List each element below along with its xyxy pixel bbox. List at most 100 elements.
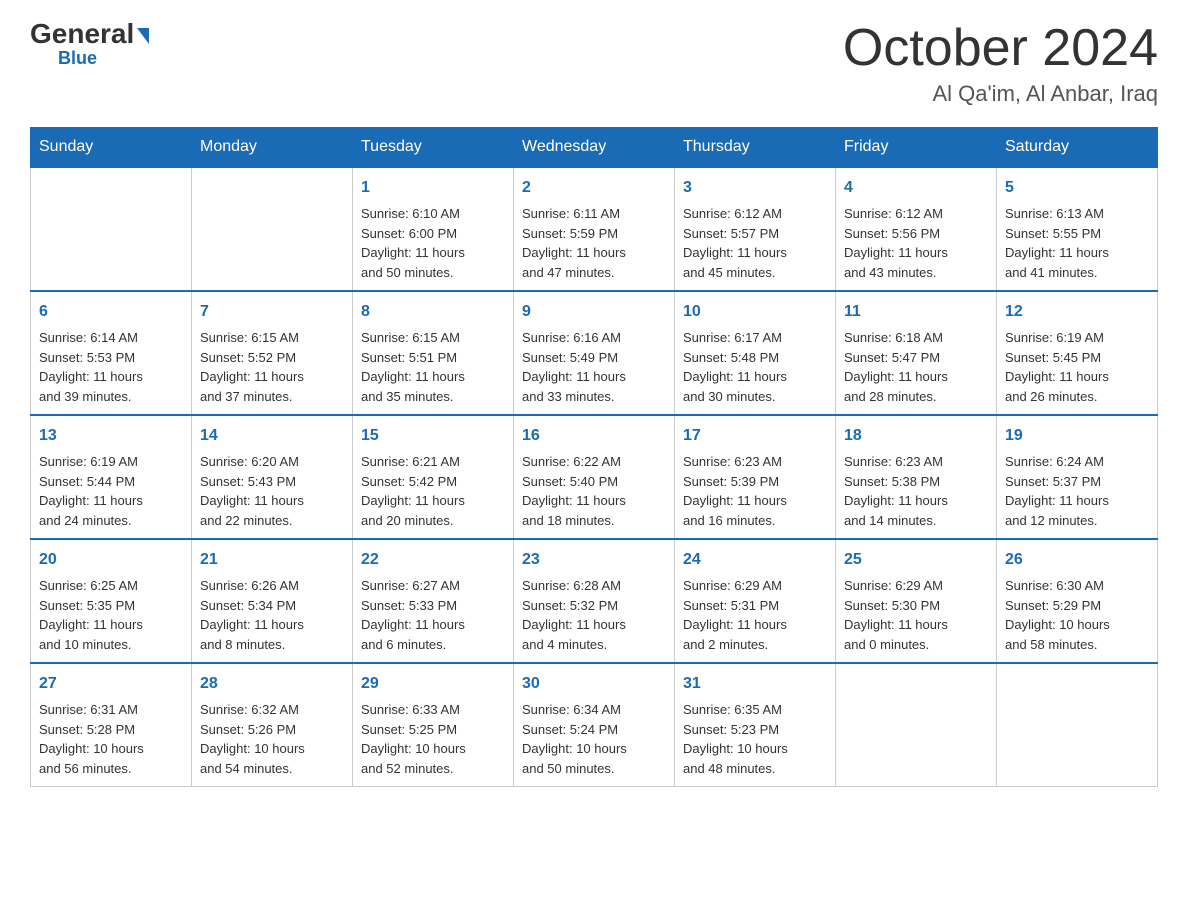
day-info: Sunrise: 6:28 AM Sunset: 5:32 PM Dayligh…	[522, 576, 666, 654]
day-info: Sunrise: 6:33 AM Sunset: 5:25 PM Dayligh…	[361, 700, 505, 778]
calendar-cell: 8 Sunrise: 6:15 AM Sunset: 5:51 PM Daylig…	[353, 291, 514, 415]
calendar-cell: 10Sunrise: 6:17 AM Sunset: 5:48 PM Dayli…	[675, 291, 836, 415]
calendar-body: 1 Sunrise: 6:10 AM Sunset: 6:00 PM Daylig…	[31, 167, 1158, 787]
day-info: Sunrise: 6:34 AM Sunset: 5:24 PM Dayligh…	[522, 700, 666, 778]
day-of-week-tuesday: Tuesday	[353, 128, 514, 168]
calendar-cell: 18 Sunrise: 6:23 AM Sunset: 5:38 PM Dayli…	[836, 415, 997, 539]
day-of-week-thursday: Thursday	[675, 128, 836, 168]
day-info: Sunrise: 6:29 AM Sunset: 5:31 PM Dayligh…	[683, 576, 827, 654]
day-number: 8	[361, 300, 505, 324]
day-info: Sunrise: 6:30 AM Sunset: 5:29 PM Dayligh…	[1005, 576, 1149, 654]
logo-general-text: General	[30, 20, 134, 48]
calendar-cell: 9 Sunrise: 6:16 AM Sunset: 5:49 PM Daylig…	[514, 291, 675, 415]
calendar-cell: 25Sunrise: 6:29 AM Sunset: 5:30 PM Dayli…	[836, 539, 997, 663]
day-number: 27	[39, 672, 183, 696]
day-number: 3	[683, 176, 827, 200]
day-info: Sunrise: 6:31 AM Sunset: 5:28 PM Dayligh…	[39, 700, 183, 778]
calendar-cell: 20 Sunrise: 6:25 AM Sunset: 5:35 PM Dayli…	[31, 539, 192, 663]
logo-triangle-icon	[137, 28, 149, 44]
calendar-cell: 15 Sunrise: 6:21 AM Sunset: 5:42 PM Dayli…	[353, 415, 514, 539]
day-number: 19	[1005, 424, 1149, 448]
day-info: Sunrise: 6:12 AM Sunset: 5:56 PM Dayligh…	[844, 204, 988, 282]
calendar-cell: 19 Sunrise: 6:24 AM Sunset: 5:37 PM Dayli…	[997, 415, 1158, 539]
day-info: Sunrise: 6:12 AM Sunset: 5:57 PM Dayligh…	[683, 204, 827, 282]
calendar-cell: 14 Sunrise: 6:20 AM Sunset: 5:43 PM Dayli…	[192, 415, 353, 539]
calendar-cell: 24 Sunrise: 6:29 AM Sunset: 5:31 PM Dayli…	[675, 539, 836, 663]
day-info: Sunrise: 6:35 AM Sunset: 5:23 PM Dayligh…	[683, 700, 827, 778]
day-info: Sunrise: 6:26 AM Sunset: 5:34 PM Dayligh…	[200, 576, 344, 654]
day-info: Sunrise: 6:15 AM Sunset: 5:51 PM Dayligh…	[361, 328, 505, 406]
title-area: October 2024 Al Qa'im, Al Anbar, Iraq	[843, 20, 1158, 107]
calendar-cell	[31, 167, 192, 291]
day-info: Sunrise: 6:18 AM Sunset: 5:47 PM Dayligh…	[844, 328, 988, 406]
day-info: Sunrise: 6:19 AM Sunset: 5:45 PM Dayligh…	[1005, 328, 1149, 406]
day-info: Sunrise: 6:23 AM Sunset: 5:39 PM Dayligh…	[683, 452, 827, 530]
day-number: 21	[200, 548, 344, 572]
calendar-table: SundayMondayTuesdayWednesdayThursdayFrid…	[30, 127, 1158, 787]
day-info: Sunrise: 6:20 AM Sunset: 5:43 PM Dayligh…	[200, 452, 344, 530]
day-number: 13	[39, 424, 183, 448]
calendar-cell: 21 Sunrise: 6:26 AM Sunset: 5:34 PM Dayli…	[192, 539, 353, 663]
day-info: Sunrise: 6:21 AM Sunset: 5:42 PM Dayligh…	[361, 452, 505, 530]
day-number: 24	[683, 548, 827, 572]
day-number: 14	[200, 424, 344, 448]
page-header: General Blue October 2024 Al Qa'im, Al A…	[30, 20, 1158, 107]
calendar-cell: 22 Sunrise: 6:27 AM Sunset: 5:33 PM Dayli…	[353, 539, 514, 663]
logo-blue-text: Blue	[58, 48, 97, 69]
day-info: Sunrise: 6:11 AM Sunset: 5:59 PM Dayligh…	[522, 204, 666, 282]
calendar-cell: 3 Sunrise: 6:12 AM Sunset: 5:57 PM Daylig…	[675, 167, 836, 291]
day-info: Sunrise: 6:29 AM Sunset: 5:30 PM Dayligh…	[844, 576, 988, 654]
day-number: 31	[683, 672, 827, 696]
day-number: 22	[361, 548, 505, 572]
calendar-cell: 30Sunrise: 6:34 AM Sunset: 5:24 PM Dayli…	[514, 663, 675, 787]
calendar-cell: 5Sunrise: 6:13 AM Sunset: 5:55 PM Daylig…	[997, 167, 1158, 291]
day-info: Sunrise: 6:27 AM Sunset: 5:33 PM Dayligh…	[361, 576, 505, 654]
calendar-cell: 2Sunrise: 6:11 AM Sunset: 5:59 PM Daylig…	[514, 167, 675, 291]
day-of-week-sunday: Sunday	[31, 128, 192, 168]
calendar-week-5: 27 Sunrise: 6:31 AM Sunset: 5:28 PM Dayli…	[31, 663, 1158, 787]
calendar-cell: 29 Sunrise: 6:33 AM Sunset: 5:25 PM Dayli…	[353, 663, 514, 787]
calendar-week-3: 13Sunrise: 6:19 AM Sunset: 5:44 PM Dayli…	[31, 415, 1158, 539]
calendar-cell: 4Sunrise: 6:12 AM Sunset: 5:56 PM Daylig…	[836, 167, 997, 291]
calendar-cell: 17 Sunrise: 6:23 AM Sunset: 5:39 PM Dayli…	[675, 415, 836, 539]
calendar-week-1: 1 Sunrise: 6:10 AM Sunset: 6:00 PM Daylig…	[31, 167, 1158, 291]
calendar-cell: 13Sunrise: 6:19 AM Sunset: 5:44 PM Dayli…	[31, 415, 192, 539]
day-of-week-friday: Friday	[836, 128, 997, 168]
calendar-cell: 26 Sunrise: 6:30 AM Sunset: 5:29 PM Dayli…	[997, 539, 1158, 663]
day-info: Sunrise: 6:16 AM Sunset: 5:49 PM Dayligh…	[522, 328, 666, 406]
day-number: 17	[683, 424, 827, 448]
day-number: 9	[522, 300, 666, 324]
day-number: 20	[39, 548, 183, 572]
calendar-cell	[192, 167, 353, 291]
day-number: 26	[1005, 548, 1149, 572]
day-info: Sunrise: 6:25 AM Sunset: 5:35 PM Dayligh…	[39, 576, 183, 654]
day-number: 29	[361, 672, 505, 696]
days-of-week-row: SundayMondayTuesdayWednesdayThursdayFrid…	[31, 128, 1158, 168]
day-number: 28	[200, 672, 344, 696]
calendar-cell: 28 Sunrise: 6:32 AM Sunset: 5:26 PM Dayli…	[192, 663, 353, 787]
calendar-cell	[997, 663, 1158, 787]
day-info: Sunrise: 6:10 AM Sunset: 6:00 PM Dayligh…	[361, 204, 505, 282]
day-number: 16	[522, 424, 666, 448]
day-number: 18	[844, 424, 988, 448]
day-info: Sunrise: 6:23 AM Sunset: 5:38 PM Dayligh…	[844, 452, 988, 530]
day-info: Sunrise: 6:17 AM Sunset: 5:48 PM Dayligh…	[683, 328, 827, 406]
day-number: 15	[361, 424, 505, 448]
day-info: Sunrise: 6:14 AM Sunset: 5:53 PM Dayligh…	[39, 328, 183, 406]
logo: General Blue	[30, 20, 149, 69]
calendar-cell: 12Sunrise: 6:19 AM Sunset: 5:45 PM Dayli…	[997, 291, 1158, 415]
day-info: Sunrise: 6:15 AM Sunset: 5:52 PM Dayligh…	[200, 328, 344, 406]
calendar-week-2: 6Sunrise: 6:14 AM Sunset: 5:53 PM Daylig…	[31, 291, 1158, 415]
calendar-cell	[836, 663, 997, 787]
day-number: 11	[844, 300, 988, 324]
day-number: 1	[361, 176, 505, 200]
day-number: 23	[522, 548, 666, 572]
day-number: 7	[200, 300, 344, 324]
day-info: Sunrise: 6:32 AM Sunset: 5:26 PM Dayligh…	[200, 700, 344, 778]
calendar-cell: 1 Sunrise: 6:10 AM Sunset: 6:00 PM Daylig…	[353, 167, 514, 291]
day-info: Sunrise: 6:13 AM Sunset: 5:55 PM Dayligh…	[1005, 204, 1149, 282]
day-info: Sunrise: 6:24 AM Sunset: 5:37 PM Dayligh…	[1005, 452, 1149, 530]
calendar-cell: 7 Sunrise: 6:15 AM Sunset: 5:52 PM Daylig…	[192, 291, 353, 415]
month-title: October 2024	[843, 20, 1158, 77]
calendar-week-4: 20 Sunrise: 6:25 AM Sunset: 5:35 PM Dayli…	[31, 539, 1158, 663]
